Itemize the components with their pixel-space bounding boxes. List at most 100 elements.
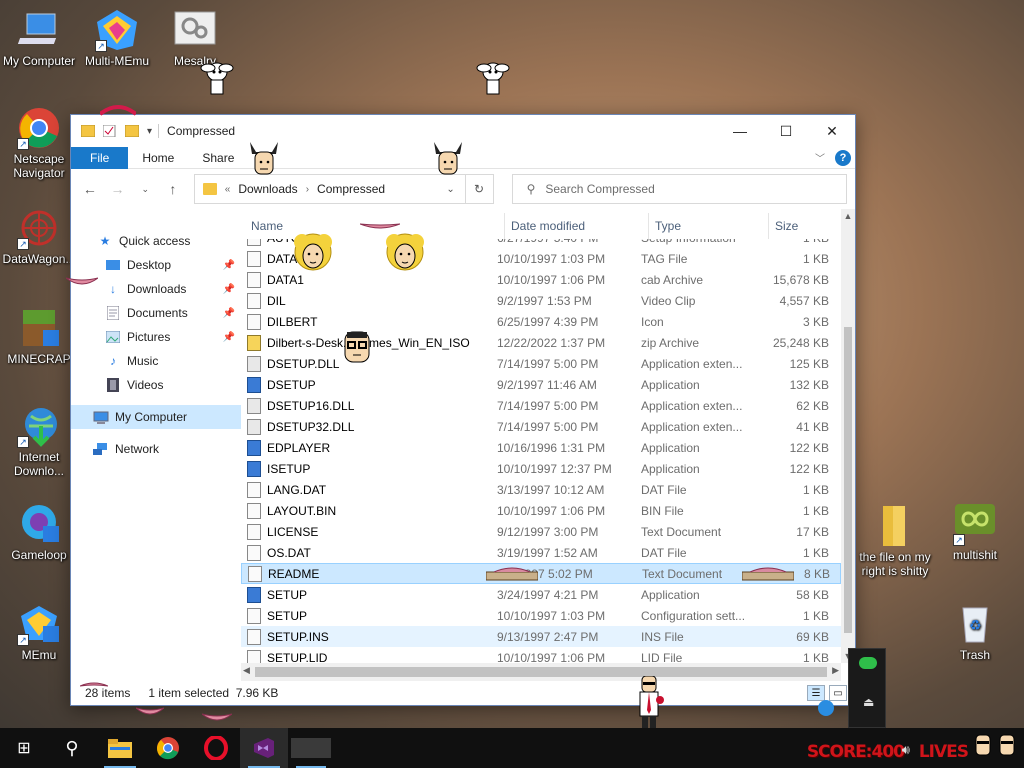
- file-row[interactable]: DILBERT 6/25/1997 4:39 PM Icon 3 KB: [241, 311, 841, 332]
- properties-icon[interactable]: [102, 124, 117, 138]
- scroll-left-arrow[interactable]: ◀: [243, 665, 250, 676]
- blue-tray-icon[interactable]: [818, 700, 834, 716]
- desktop-icon-gameloop[interactable]: Gameloop: [0, 502, 78, 562]
- desktop-icon-netscape[interactable]: ↗ Netscape Navigator: [0, 106, 78, 180]
- red-flying-object-sprite[interactable]: [98, 104, 138, 119]
- column-header-size[interactable]: Size: [769, 213, 829, 239]
- nav-pictures[interactable]: Pictures 📌: [71, 325, 241, 349]
- desktop-icon-datawagon[interactable]: ↗ DataWagon...: [0, 206, 78, 266]
- refresh-button[interactable]: ↻: [464, 175, 493, 203]
- minimize-button[interactable]: —: [717, 116, 763, 146]
- chrome-icon[interactable]: [144, 728, 192, 768]
- horizontal-scrollbar[interactable]: ◀ ▶: [241, 663, 841, 681]
- help-icon[interactable]: ?: [835, 149, 851, 166]
- scroll-thumb[interactable]: [844, 327, 852, 633]
- recent-locations-button[interactable]: ⌄: [134, 184, 156, 195]
- expand-ribbon-icon[interactable]: ﹀: [815, 150, 825, 165]
- pink-bird-sprite[interactable]: [359, 220, 401, 235]
- file-row[interactable]: SETUP.INS 9/13/1997 2:47 PM INS File 69 KB: [241, 626, 841, 647]
- column-header-type[interactable]: Type: [649, 213, 769, 239]
- file-row[interactable]: OS.DAT 3/19/1997 1:52 AM DAT File 1 KB: [241, 542, 841, 563]
- opera-icon[interactable]: [192, 728, 240, 768]
- tab-file[interactable]: File: [71, 146, 129, 169]
- dogbert-sprite[interactable]: [200, 58, 234, 98]
- desktop-icon-trash[interactable]: ♻ Trash: [936, 602, 1014, 662]
- file-row[interactable]: LANG.DAT 3/13/1997 10:12 AM DAT File 1 KB: [241, 479, 841, 500]
- file-row[interactable]: DSETUP32.DLL 7/14/1997 5:00 PM Application…: [241, 416, 841, 437]
- forward-button[interactable]: →: [107, 181, 129, 197]
- desktop-icon-memu[interactable]: ↗ MEmu: [0, 602, 78, 662]
- nav-music[interactable]: ♪ Music: [71, 349, 241, 373]
- dogbert-sprite[interactable]: [476, 58, 510, 98]
- file-row[interactable]: DSETUP16.DLL 7/14/1997 5:00 PM Application…: [241, 395, 841, 416]
- pink-bird-sprite[interactable]: [201, 712, 233, 727]
- desktop-icon-shitty-folder[interactable]: the file on my right is shitty: [856, 504, 934, 578]
- maximize-button[interactable]: ☐: [763, 116, 809, 146]
- column-header-date[interactable]: Date modified: [505, 213, 649, 239]
- desktop-icon-minecrap[interactable]: MINECRAP: [0, 306, 78, 366]
- scroll-right-arrow[interactable]: ▶: [832, 665, 839, 676]
- pin-icon[interactable]: 📌: [223, 284, 235, 295]
- speaker-icon[interactable]: 🔊︎: [902, 742, 910, 758]
- wally-sprite[interactable]: [342, 330, 372, 367]
- nav-my-computer[interactable]: My Computer: [71, 405, 241, 429]
- file-row[interactable]: SETUP.LID 10/10/1997 1:06 PM LID File 1 KB: [241, 647, 841, 663]
- network-tray-icon[interactable]: [859, 657, 877, 669]
- address-dropdown-button[interactable]: ⌄: [437, 184, 465, 195]
- nav-documents[interactable]: Documents 📌: [71, 301, 241, 325]
- chevron-right-icon[interactable]: ›: [306, 184, 309, 195]
- file-row[interactable]: LAYOUT.BIN 10/10/1997 1:06 PM BIN File 1 KB: [241, 500, 841, 521]
- scroll-thumb[interactable]: [255, 667, 827, 677]
- file-row[interactable]: DIL 9/2/1997 1:53 PM Video Clip 4,557 KB: [241, 290, 841, 311]
- desktop-icon-multi-memu[interactable]: ↗ Multi-MEmu: [78, 8, 156, 68]
- desktop-icon-my-computer[interactable]: My Computer: [0, 8, 78, 68]
- pink-bird-sprite[interactable]: [135, 706, 165, 721]
- alice-sprite[interactable]: [292, 232, 334, 279]
- file-row[interactable]: DSETUP 9/2/1997 11:46 AM Application 132 KB: [241, 374, 841, 395]
- file-explorer-icon[interactable]: [96, 728, 144, 768]
- up-button[interactable]: ↑: [162, 181, 184, 197]
- pin-icon[interactable]: 📌: [223, 308, 235, 319]
- file-row[interactable]: ISETUP 10/10/1997 12:37 PM Application 122 …: [241, 458, 841, 479]
- customize-qat-icon[interactable]: ▾: [147, 126, 152, 137]
- pointy-haired-boss-sprite[interactable]: [246, 140, 282, 183]
- file-row[interactable]: SETUP 3/24/1997 4:21 PM Application 58 KB: [241, 584, 841, 605]
- desktop-icon-multishit[interactable]: ↗ multishit: [936, 502, 1014, 562]
- file-row[interactable]: SETUP 10/10/1997 1:03 PM Configuration set…: [241, 605, 841, 626]
- nav-quick-access[interactable]: ★ Quick access: [71, 229, 241, 253]
- desktop-icon-internet-download[interactable]: ↗ Internet Downlo...: [0, 404, 78, 478]
- tab-share[interactable]: Share: [188, 147, 248, 169]
- details-view-button[interactable]: ☰: [807, 685, 825, 701]
- breadcrumb-compressed[interactable]: Compressed: [317, 182, 385, 196]
- close-button[interactable]: ✕: [809, 116, 855, 146]
- file-row[interactable]: LICENSE 9/12/1997 3:00 PM Text Document 17 …: [241, 521, 841, 542]
- tray-overflow[interactable]: ⏏: [848, 648, 886, 728]
- start-button[interactable]: ⊞: [0, 728, 48, 768]
- back-button[interactable]: ←: [79, 181, 101, 197]
- nav-network[interactable]: Network: [71, 437, 241, 461]
- brick-trap-sprite[interactable]: [485, 566, 539, 585]
- address-overflow[interactable]: «: [225, 184, 231, 195]
- visual-studio-icon[interactable]: [240, 728, 288, 768]
- nav-desktop[interactable]: Desktop 📌: [71, 253, 241, 277]
- file-row[interactable]: Dilbert-s-Desk...Games_Win_EN_ISO12/22/2…: [241, 332, 841, 353]
- blank-window-icon[interactable]: [288, 728, 334, 768]
- scroll-up-arrow[interactable]: ▲: [841, 211, 855, 221]
- pin-icon[interactable]: 📌: [223, 332, 235, 343]
- new-folder-icon[interactable]: [124, 124, 140, 138]
- file-row[interactable]: DSETUP.DLL 7/14/1997 5:00 PM Application e…: [241, 353, 841, 374]
- search-box[interactable]: ⚲ Search Compressed: [511, 174, 847, 204]
- vertical-scrollbar[interactable]: ▲ ▼: [841, 209, 855, 663]
- large-icons-view-button[interactable]: ▭: [829, 685, 847, 701]
- nav-videos[interactable]: Videos: [71, 373, 241, 397]
- breadcrumb-downloads[interactable]: Downloads: [238, 182, 297, 196]
- pink-bird-sprite[interactable]: [79, 680, 109, 695]
- search-icon[interactable]: ⚲: [48, 728, 96, 768]
- pointy-haired-boss-sprite[interactable]: [430, 140, 466, 183]
- brick-trap-sprite[interactable]: [741, 566, 795, 585]
- tab-home[interactable]: Home: [128, 147, 188, 169]
- file-row[interactable]: EDPLAYER 10/16/1996 1:31 PM Application 122…: [241, 437, 841, 458]
- alice-sprite[interactable]: [384, 232, 426, 279]
- pin-icon[interactable]: 📌: [223, 260, 235, 271]
- pink-bird-sprite[interactable]: [65, 276, 99, 293]
